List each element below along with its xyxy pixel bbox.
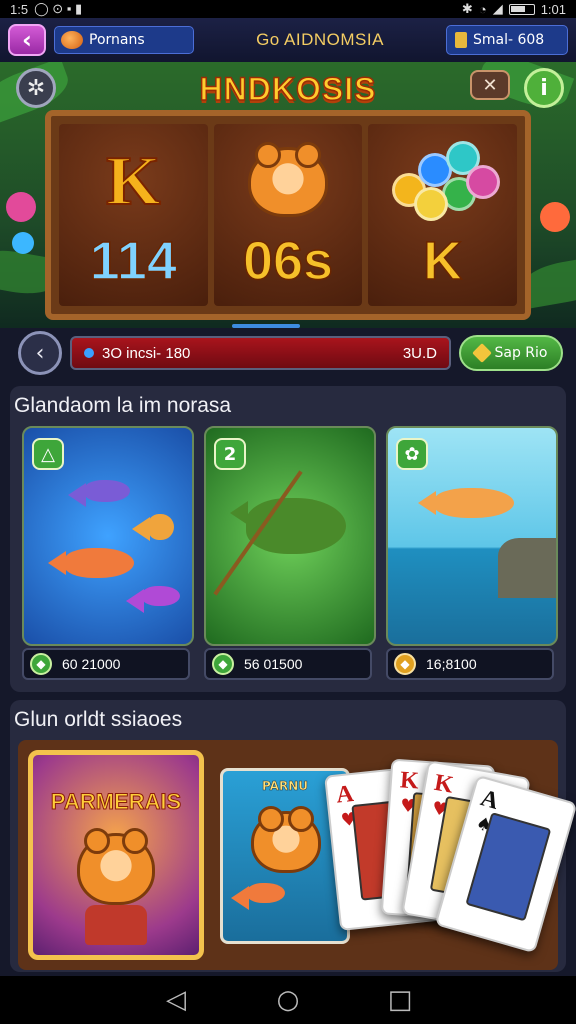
hamster-icon [248,141,328,217]
level-badge: △ [32,438,64,470]
status-clock: 1:01 [540,1,566,17]
spin-label: Sap Rio [494,345,548,361]
back-button[interactable]: ‹ [8,24,46,56]
chevron-left-icon: ‹ [22,26,32,54]
fish-game-card-2[interactable]: 2 [204,426,376,646]
card-rank: K [399,767,420,795]
reel-symbol [233,134,343,229]
coins-icon [388,137,500,227]
spin-button[interactable]: Sap Rio [459,335,563,371]
notification-icons: ◯ ⊙ ▪ ▮ [34,1,83,16]
game-logo: HNDKOSIS [199,70,377,108]
card-rank: K [432,769,456,799]
bet-bar[interactable]: 3O incsi- 180 3U.D [70,336,451,370]
fish-icon [68,480,130,507]
price-value: 60 21000 [62,656,121,672]
reel-frame: K 114 06s K [45,110,531,320]
settings-button[interactable]: ✲ [16,68,56,108]
hamster-body [85,905,147,945]
reel-value: 114 [89,230,178,292]
avatar [61,31,83,49]
coral-decoration [12,232,34,254]
wallet-icon [455,32,467,48]
fish-game-card-3[interactable]: ✿ [386,426,558,646]
reel-value: K [422,230,463,292]
hamster-icon [77,828,155,905]
rock-decoration [498,538,556,598]
nav-home-icon[interactable]: ○ [268,985,308,1015]
status-left: 1:5 ◯ ⊙ ▪ ▮ [10,1,82,17]
fish-icon [132,514,174,541]
reel-symbol: K [78,134,188,229]
top-header: ‹ Pornans Go AIDNOMSIA Smal- 608 [0,18,576,62]
coral-decoration [6,192,36,222]
bet-row: ‹ 3O incsi- 180 3U.D Sap Rio [18,330,563,376]
section-title: Glun orldt ssiaoes [14,708,183,731]
info-icon: i [540,75,548,101]
reel-progress-indicator [232,324,300,328]
section-title: Glandaom la im norasa [14,394,232,417]
close-icon: ✕ [482,74,498,96]
promo-card-hamster[interactable]: PARMERAIS [28,750,204,960]
nav-back-icon[interactable]: ◁ [156,985,196,1015]
battery-icon [508,3,535,15]
nav-recents-icon[interactable]: □ [380,985,420,1015]
fish-icon [418,488,514,518]
slot-banner: ✲ HNDKOSIS ✕ i K 114 06s K [0,62,576,328]
level-badge: ✿ [396,438,428,470]
status-right: ✱ ◔ ◢ 1:01 [462,1,566,17]
fish-icon [126,586,180,613]
fish-game-card-1[interactable]: △ [22,426,194,646]
gem-icon: ◆ [30,653,52,675]
hamster-icon [251,806,321,873]
bet-info: 3O incsi- 180 [84,345,190,362]
page-title: Go AIDNOMSIA [256,30,384,49]
reel-symbol-letter: K [105,142,161,221]
reel-2: 06s [213,124,363,306]
bet-amount: 3U.D [402,344,437,362]
chevron-left-icon: ‹ [35,340,45,366]
system-nav-bar: ◁ ○ □ [0,976,576,1024]
status-bar: 1:5 ◯ ⊙ ▪ ▮ ✱ ◔ ◢ 1:01 [0,0,576,18]
reel-symbol [388,134,500,229]
signal-icon: ◢ [492,1,503,16]
price-value: 56 01500 [244,656,303,672]
reel-value: 06s [242,230,334,292]
close-button[interactable]: ✕ [470,70,510,100]
info-button[interactable]: i [524,68,564,108]
gem-icon: ◆ [394,653,416,675]
wallet-pill[interactable]: Smal- 608 [446,25,568,55]
reel-3: K [368,124,518,306]
price-pill[interactable]: ◆ 16;8100 [386,648,554,680]
status-time-left: 1:5 [10,1,29,17]
price-pill[interactable]: ◆ 56 01500 [204,648,372,680]
reel-1: K 114 [59,124,208,306]
gear-icon: ✲ [26,75,46,101]
bluetooth-icon: ✱ [461,1,473,16]
bet-label: 3O incsi- 180 [102,344,191,362]
level-badge: 2 [214,438,246,470]
gem-icon: ◆ [212,653,234,675]
profile-name: Pornans [89,32,145,48]
price-pill[interactable]: ◆ 60 21000 [22,648,190,680]
price-value: 16;8100 [426,656,477,672]
bet-back-button[interactable]: ‹ [18,331,62,375]
profile-pill[interactable]: Pornans [54,26,194,54]
coin-dot-icon [84,348,94,358]
coral-decoration [540,202,570,232]
wallet-label: Smal- 608 [473,32,545,48]
fish-icon [48,548,134,578]
card-rank: A [477,785,502,815]
diamond-icon [471,343,492,363]
wifi-icon: ◔ [478,1,487,17]
promo-banner-text: PARMERAIS [50,789,182,815]
fish-icon [231,883,285,910]
